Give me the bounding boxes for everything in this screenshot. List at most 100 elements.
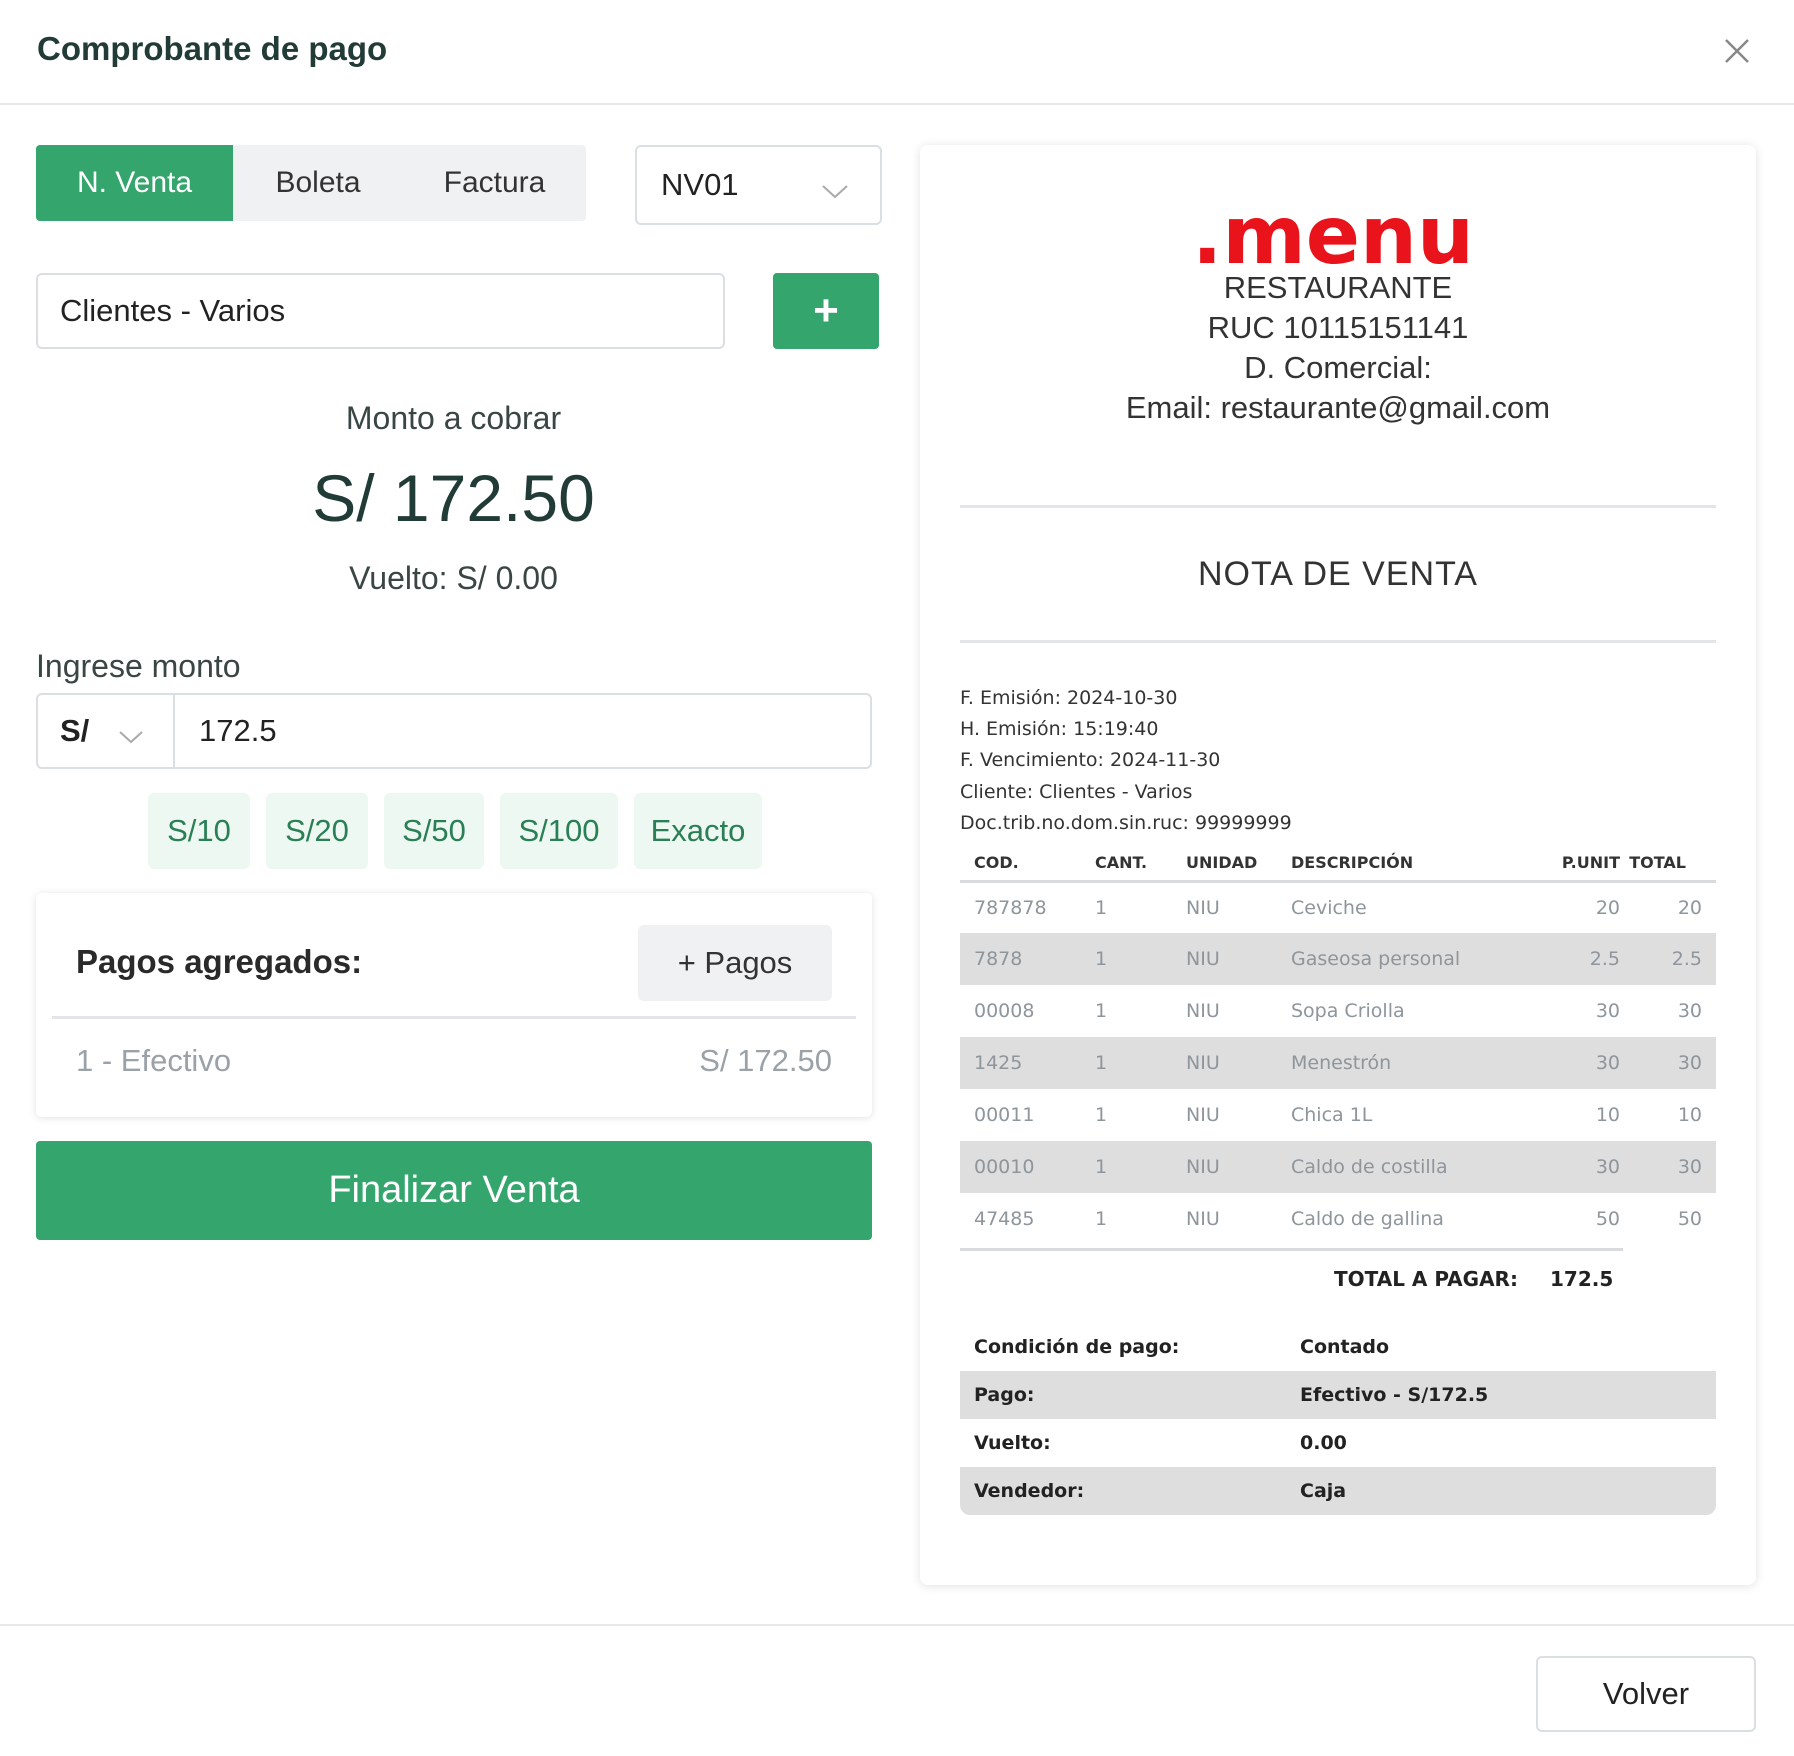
serie-select[interactable]: NV01 [635, 145, 882, 225]
condition-label: Pago: [960, 1371, 1300, 1419]
cell-cod: 1425 [960, 1037, 1095, 1089]
receipt-client: Cliente: Clientes - Varios [960, 781, 1193, 803]
enter-amount-label: Ingrese monto [36, 648, 241, 684]
quick-amount-100-button[interactable]: S/100 [500, 793, 618, 869]
condition-label: Vuelto: [974, 1432, 1051, 1454]
column-header-cod: COD. [960, 845, 1095, 883]
cell-cod: 47485 [974, 1208, 1035, 1230]
cell-desc: Ceviche [1291, 896, 1367, 919]
cell-cod: 00011 [974, 1104, 1035, 1126]
cell-cod: 00010 [960, 1141, 1095, 1193]
serie-value: NV01 [661, 167, 739, 202]
close-icon[interactable] [1720, 34, 1754, 68]
cell-unidad: NIU [1186, 1141, 1291, 1193]
tab-factura[interactable]: Factura [403, 145, 586, 221]
total-label: TOTAL A PAGAR: [1334, 1267, 1518, 1291]
condition-value: Caja [1300, 1467, 1716, 1515]
condition-value: 0.00 [1300, 1432, 1347, 1454]
cell-unidad: NIU [1186, 896, 1220, 919]
cell-cant: 1 [1095, 1000, 1108, 1022]
add-payment-button[interactable]: + Pagos [638, 925, 832, 1001]
cell-punit: 2.5 [1523, 933, 1620, 985]
table-row: 787878 1 NIU Ceviche 20 20 [960, 881, 1716, 933]
column-header-total: TOTAL [1620, 845, 1716, 883]
condition-row: Vendedor: Caja [960, 1467, 1716, 1515]
company-commercial: D. Comercial: [1244, 350, 1432, 385]
items-table: COD. CANT. UNIDAD DESCRIPCIÓN P.UNIT TOT… [960, 845, 1716, 1245]
quick-amount-10-button[interactable]: S/10 [148, 793, 250, 869]
cell-desc: Sopa Criolla [1291, 1000, 1405, 1022]
total-value: 172.5 [1550, 1267, 1614, 1291]
due-date: F. Vencimiento: 2024-11-30 [960, 749, 1221, 771]
table-row: 7878 1 NIU Gaseosa personal 2.5 2.5 [960, 933, 1716, 985]
cell-cant: 1 [1095, 1037, 1186, 1089]
cell-cant: 1 [1095, 1208, 1108, 1230]
cell-total: 50 [1677, 1208, 1702, 1230]
quick-amount-row: S/10 S/20 S/50 S/100 Exacto [148, 793, 762, 869]
cell-punit: 30 [1595, 1000, 1620, 1022]
cell-unidad: NIU [1186, 933, 1291, 985]
table-row: 00011 1 NIU Chica 1L 10 10 [960, 1089, 1716, 1141]
modal-header: Comprobante de pago [0, 0, 1794, 105]
cell-unidad: NIU [1186, 1104, 1220, 1126]
condition-row: Condición de pago: Contado [960, 1323, 1716, 1371]
divider [960, 505, 1716, 508]
tab-boleta[interactable]: Boleta [233, 145, 403, 221]
amount-input-group: S/ 172.5 [36, 693, 872, 769]
table-row: 47485 1 NIU Caldo de gallina 50 50 [960, 1193, 1716, 1245]
client-select[interactable]: Clientes - Varios [36, 273, 725, 349]
cell-cod: 00008 [974, 1000, 1035, 1022]
condition-row: Vuelto: 0.00 [960, 1419, 1716, 1467]
change-label: Vuelto: S/ 0.00 [349, 560, 558, 596]
quick-amount-20-button[interactable]: S/20 [266, 793, 368, 869]
company-email: Email: restaurante@gmail.com [1125, 390, 1551, 425]
client-value: Clientes - Varios [60, 293, 286, 328]
divider [960, 640, 1716, 643]
tab-nota-venta[interactable]: N. Venta [36, 145, 233, 221]
back-button[interactable]: Volver [1536, 1656, 1756, 1732]
currency-select[interactable]: S/ [38, 695, 175, 767]
cell-total: 10 [1677, 1104, 1702, 1126]
cell-total: 30 [1620, 1141, 1716, 1193]
cell-punit: 30 [1523, 1037, 1620, 1089]
cell-cant: 1 [1095, 1141, 1186, 1193]
modal-title: Comprobante de pago [37, 30, 388, 67]
table-row: 00008 1 NIU Sopa Criolla 30 30 [960, 985, 1716, 1037]
finalize-sale-button[interactable]: Finalizar Venta [36, 1141, 872, 1240]
company-name: RESTAURANTE [1223, 270, 1453, 305]
logo-text: .menu [1192, 197, 1474, 275]
quick-amount-50-button[interactable]: S/50 [384, 793, 484, 869]
divider [0, 1624, 1794, 1626]
amount-input[interactable]: 172.5 [175, 695, 870, 767]
cell-desc: Menestrón [1291, 1037, 1523, 1089]
cell-cant: 1 [1095, 1104, 1108, 1126]
add-client-button[interactable]: + [773, 273, 879, 349]
company-ruc: RUC 10115151141 [1207, 310, 1469, 345]
cell-desc: Gaseosa personal [1291, 933, 1523, 985]
cell-desc: Caldo de gallina [1291, 1208, 1444, 1230]
condition-row: Pago: Efectivo - S/172.5 [960, 1371, 1716, 1419]
table-row: 00010 1 NIU Caldo de costilla 30 30 [960, 1141, 1716, 1193]
column-header-cant: CANT. [1095, 845, 1186, 883]
cell-cod: 787878 [974, 896, 1047, 919]
exact-amount-button[interactable]: Exacto [634, 793, 762, 869]
cell-cod: 7878 [960, 933, 1095, 985]
payment-row-amount: S/ 172.50 [699, 1043, 832, 1078]
cell-unidad: NIU [1186, 1000, 1220, 1022]
column-header-punit: P.UNIT [1523, 845, 1620, 883]
cell-punit: 20 [1595, 896, 1620, 919]
doc-type-tabs: N. Venta Boleta Factura [36, 145, 586, 221]
cell-desc: Caldo de costilla [1291, 1141, 1523, 1193]
cell-total: 2.5 [1620, 933, 1716, 985]
table-row: 1425 1 NIU Menestrón 30 30 [960, 1037, 1716, 1089]
amount-label: Monto a cobrar [345, 400, 562, 436]
chevron-down-icon [820, 173, 850, 209]
column-header-unidad: UNIDAD [1186, 845, 1291, 883]
issue-time: H. Emisión: 15:19:40 [960, 718, 1159, 740]
cell-desc: Chica 1L [1291, 1104, 1373, 1126]
cell-unidad: NIU [1186, 1208, 1220, 1230]
divider [52, 1016, 856, 1019]
cell-punit: 50 [1595, 1208, 1620, 1230]
cell-punit: 30 [1523, 1141, 1620, 1193]
cell-cant: 1 [1095, 896, 1108, 919]
